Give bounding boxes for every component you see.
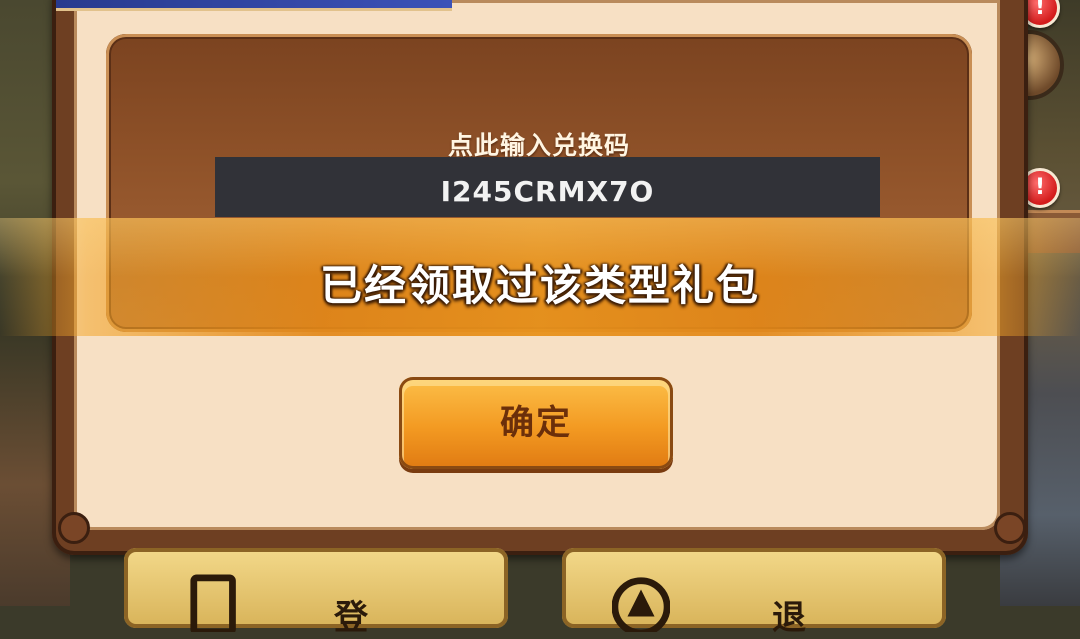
confirm-button[interactable]: 确定 bbox=[399, 377, 673, 469]
alert-badge-text: ! bbox=[1034, 175, 1046, 200]
warning-circle-icon bbox=[612, 577, 670, 632]
frame-corner-ornament bbox=[994, 512, 1026, 544]
bottom-menu-button-left[interactable]: 登 bbox=[124, 548, 508, 638]
frame-corner-ornament bbox=[58, 512, 90, 544]
toast-banner: 已经领取过该类型礼包 bbox=[0, 218, 1080, 336]
logout-door-icon bbox=[190, 574, 236, 632]
toast-message: 已经领取过该类型礼包 bbox=[319, 261, 760, 310]
bottom-menu-label-right: 退 bbox=[772, 598, 808, 638]
bottom-menu-button-right[interactable]: 退 bbox=[562, 548, 946, 638]
bottom-menu-label-left: 登 bbox=[334, 598, 370, 638]
redeem-code-input[interactable]: I245CRMX7O bbox=[215, 157, 880, 217]
alert-badge-text: ! bbox=[1034, 0, 1046, 20]
dialog-title-tab bbox=[56, 0, 452, 11]
